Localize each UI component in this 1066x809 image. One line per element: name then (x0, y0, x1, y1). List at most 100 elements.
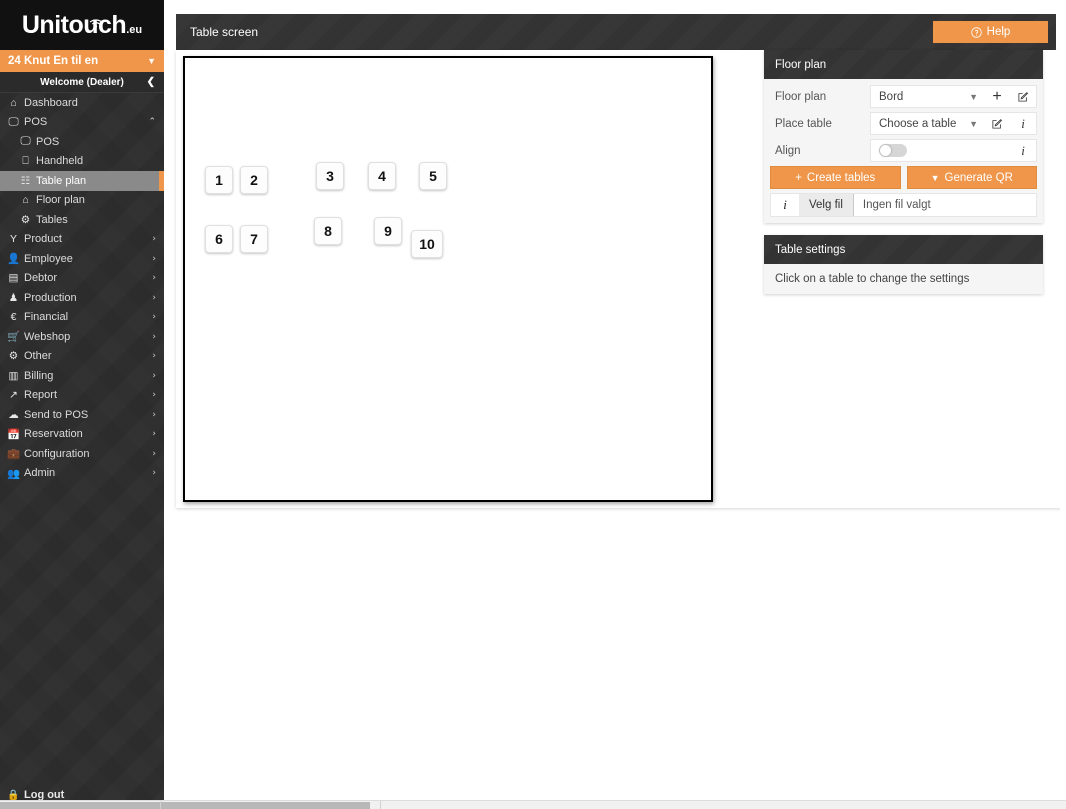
logo-tld: .eu (126, 23, 143, 36)
help-button[interactable]: Help (933, 21, 1048, 43)
edit-floor-plan-button[interactable] (1010, 86, 1036, 107)
floor-plan-table[interactable]: 7 (240, 225, 268, 253)
sidebar-item-product[interactable]: Υ Product › (0, 230, 164, 250)
account-selector[interactable]: 24 Knut En til en ▼ (0, 50, 164, 72)
sidebar-item-billing[interactable]: ▥ Billing › (0, 366, 164, 386)
user-icon: 👤 (6, 253, 21, 266)
add-floor-plan-button[interactable]: + (984, 86, 1010, 107)
sidebar-item-pos[interactable]: 🖵 POS ⌃ (0, 113, 164, 133)
align-toggle[interactable] (879, 144, 907, 157)
sidebar-item-label: POS (24, 116, 48, 129)
application-root: Unitouch.eu 24 Knut En til en ▼ Welcome … (0, 0, 1066, 809)
cart-icon: 🛒 (6, 331, 21, 344)
chevron-left-icon[interactable]: ❮ (147, 77, 155, 88)
align-controls: i (870, 139, 1037, 162)
grid-icon: ⚙ (20, 213, 31, 226)
file-info-icon[interactable]: i (771, 194, 799, 216)
sidebar-item-debtor[interactable]: ▤ Debtor › (0, 269, 164, 289)
sidebar-item-label: Webshop (24, 330, 71, 343)
floor-plan-controls: Bord ▼ + (870, 85, 1037, 108)
account-name: 24 Knut En til en (8, 55, 99, 67)
floor-plan-table[interactable]: 3 (316, 162, 344, 190)
sidebar-item-label: Send to POS (24, 408, 89, 421)
page-header: Table screen Help (176, 14, 1056, 50)
chevron-right-icon: › (152, 253, 156, 264)
align-info-icon[interactable]: i (1010, 140, 1036, 161)
invoice-icon: ▥ (8, 369, 19, 382)
table-settings-card: Table settings Click on a table to chang… (764, 235, 1043, 294)
align-toggle-wrap (871, 144, 1010, 157)
floor-plan-row: Floor plan Bord ▼ + (770, 85, 1037, 108)
floor-plan-table[interactable]: 10 (411, 230, 443, 258)
sidebar-item-label: Handheld (36, 155, 84, 168)
toolbox-icon: 💼 (6, 448, 21, 461)
monitor-icon: 🖵 (20, 135, 31, 148)
brand-logo[interactable]: Unitouch.eu (0, 0, 164, 50)
pencil-square-icon (1018, 91, 1029, 102)
floor-plan-title-text: Floor plan (775, 58, 827, 71)
sidebar-item-label: Product (24, 233, 62, 246)
sidebar-item-label: Billing (24, 369, 54, 382)
sidebar-item-handheld[interactable]: ⎕ Handheld (0, 152, 164, 172)
floor-plan-table[interactable]: 5 (419, 162, 447, 190)
sidebar-item-pos[interactable]: 🖵 POS (0, 132, 164, 152)
sidebar-item-send-to-pos[interactable]: ☁ Send to POS › (0, 405, 164, 425)
sidebar-item-dashboard[interactable]: ⌂ Dashboard (0, 93, 164, 113)
table-icon: ☷ (20, 174, 31, 187)
sidebar-item-webshop[interactable]: 🛒 Webshop › (0, 327, 164, 347)
chevron-up-icon: ⌃ (148, 117, 156, 128)
sidebar-item-table-plan[interactable]: ☷ Table plan (0, 171, 164, 191)
sidebar-item-label: Reservation (24, 428, 83, 441)
place-table-info-icon[interactable]: i (1010, 113, 1036, 134)
chevron-down-icon: ▼ (969, 118, 978, 129)
scrollbar-thumb[interactable] (0, 802, 370, 809)
create-tables-button[interactable]: + Create tables (770, 166, 901, 189)
generate-qr-button[interactable]: ▼ Generate QR (906, 166, 1037, 189)
edit-table-button[interactable] (984, 113, 1010, 134)
floor-plan-select[interactable]: Bord ▼ (871, 86, 984, 107)
floor-plan-canvas[interactable]: 1 2 3 4 5 6 7 8 9 10 (183, 56, 713, 502)
floor-plan-table[interactable]: 6 (205, 225, 233, 253)
sidebar-item-reservation[interactable]: 📅 Reservation › (0, 425, 164, 445)
plus-icon: + (795, 171, 802, 184)
logo-text: Unitouch.eu (21, 10, 143, 39)
sidebar-item-configuration[interactable]: 💼 Configuration › (0, 444, 164, 464)
sidebar-item-production[interactable]: ♟ Production › (0, 288, 164, 308)
floor-plan-table[interactable]: 9 (374, 217, 402, 245)
sidebar-item-floor-plan[interactable]: ⌂ Floor plan (0, 191, 164, 211)
horizontal-scrollbar[interactable] (0, 800, 1066, 809)
chevron-right-icon: › (152, 351, 156, 362)
chevron-right-icon: › (152, 448, 156, 459)
floor-plan-table[interactable]: 8 (314, 217, 342, 245)
choose-file-button[interactable]: Velg fil (799, 194, 854, 216)
sidebar-item-admin[interactable]: 👥 Admin › (0, 464, 164, 484)
floor-plan-table[interactable]: 1 (205, 166, 233, 194)
generate-qr-label: Generate QR (944, 171, 1013, 184)
sidebar-item-other[interactable]: ⚙ Other › (0, 347, 164, 367)
calendar-icon: 📅 (6, 428, 21, 441)
floor-plan-table[interactable]: 4 (368, 162, 396, 190)
floor-plan-table[interactable]: 2 (240, 166, 268, 194)
pencil-square-icon (992, 118, 1003, 129)
sidebar-item-tables[interactable]: ⚙ Tables (0, 210, 164, 230)
toggle-knob (880, 145, 891, 156)
sidebar-item-report[interactable]: ↗ Report › (0, 386, 164, 406)
sidebar-item-employee[interactable]: 👤 Employee › (0, 249, 164, 269)
wine-glass-icon: Υ (9, 233, 17, 246)
gear-icon: ⚙ (8, 350, 19, 363)
place-table-select[interactable]: Choose a table ▼ (871, 113, 984, 134)
table-settings-empty-state: Click on a table to change the settings (764, 264, 1043, 294)
choose-file-label: Velg fil (809, 199, 843, 211)
sidebar-item-financial[interactable]: € Financial › (0, 308, 164, 328)
table-number-label: 1 (215, 172, 223, 188)
sidebar: Unitouch.eu 24 Knut En til en ▼ Welcome … (0, 0, 164, 809)
sidebar-item-label: Dashboard (24, 96, 78, 109)
cloud-upload-icon: ☁ (8, 408, 19, 421)
welcome-text: Welcome (Dealer) (40, 76, 124, 88)
logo-name: Unitouch (21, 10, 127, 39)
file-upload-row: i Velg fil Ingen fil valgt (770, 193, 1037, 217)
id-card-icon: ▤ (8, 272, 19, 285)
chevron-right-icon: › (152, 429, 156, 440)
page-right-gutter (1060, 0, 1066, 800)
chevron-right-icon: › (152, 312, 156, 323)
